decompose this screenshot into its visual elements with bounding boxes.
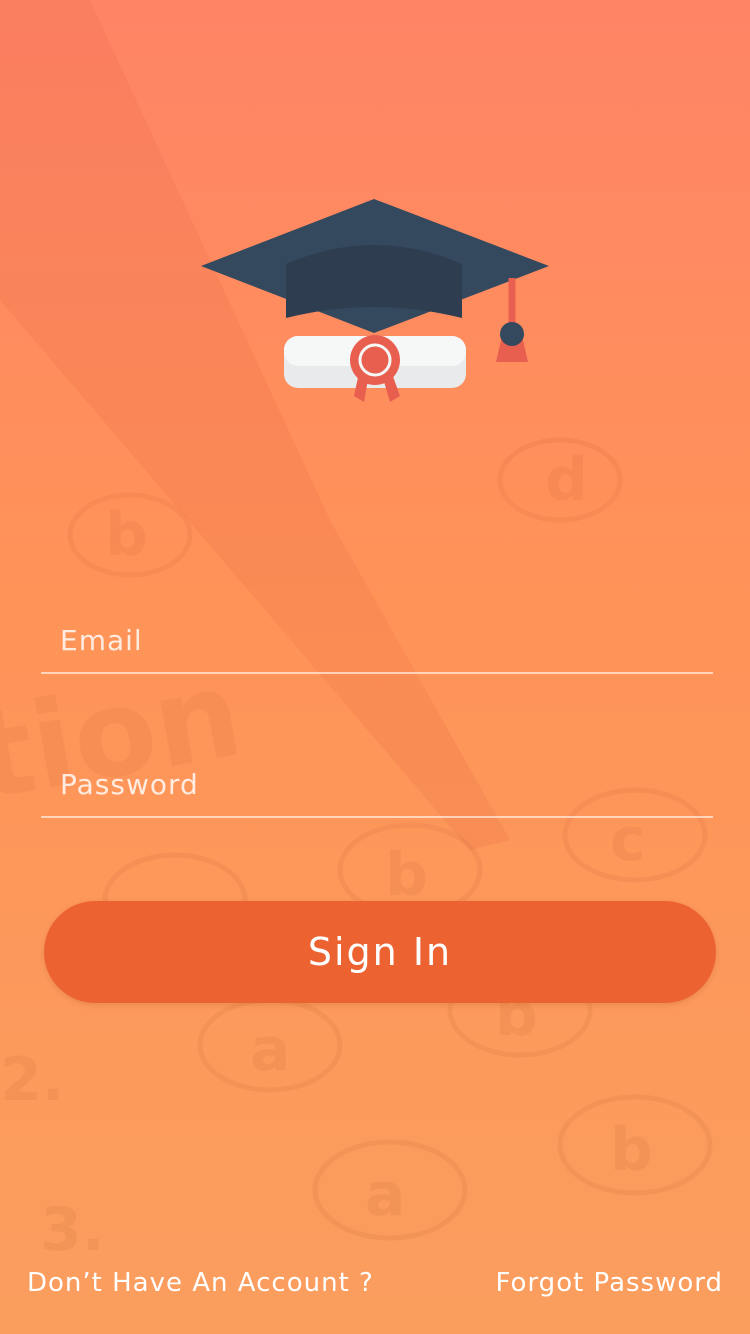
svg-text:2.: 2. bbox=[0, 1045, 65, 1115]
svg-text:b: b bbox=[610, 1115, 653, 1185]
signup-link[interactable]: Don’t Have An Account ? bbox=[27, 1268, 374, 1298]
graduation-cap-icon bbox=[201, 199, 549, 402]
forgot-password-link[interactable]: Forgot Password bbox=[496, 1268, 723, 1298]
email-input[interactable] bbox=[41, 608, 713, 672]
svg-text:b: b bbox=[385, 840, 428, 910]
svg-text:a: a bbox=[365, 1160, 406, 1230]
svg-text:b: b bbox=[105, 500, 148, 570]
email-field[interactable] bbox=[41, 608, 713, 674]
sign-in-button[interactable]: Sign In bbox=[44, 901, 716, 1003]
svg-text:3.: 3. bbox=[40, 1195, 105, 1265]
svg-text:d: d bbox=[545, 445, 588, 515]
svg-text:a: a bbox=[250, 1015, 291, 1085]
password-field[interactable] bbox=[41, 752, 713, 818]
password-input[interactable] bbox=[41, 752, 713, 816]
